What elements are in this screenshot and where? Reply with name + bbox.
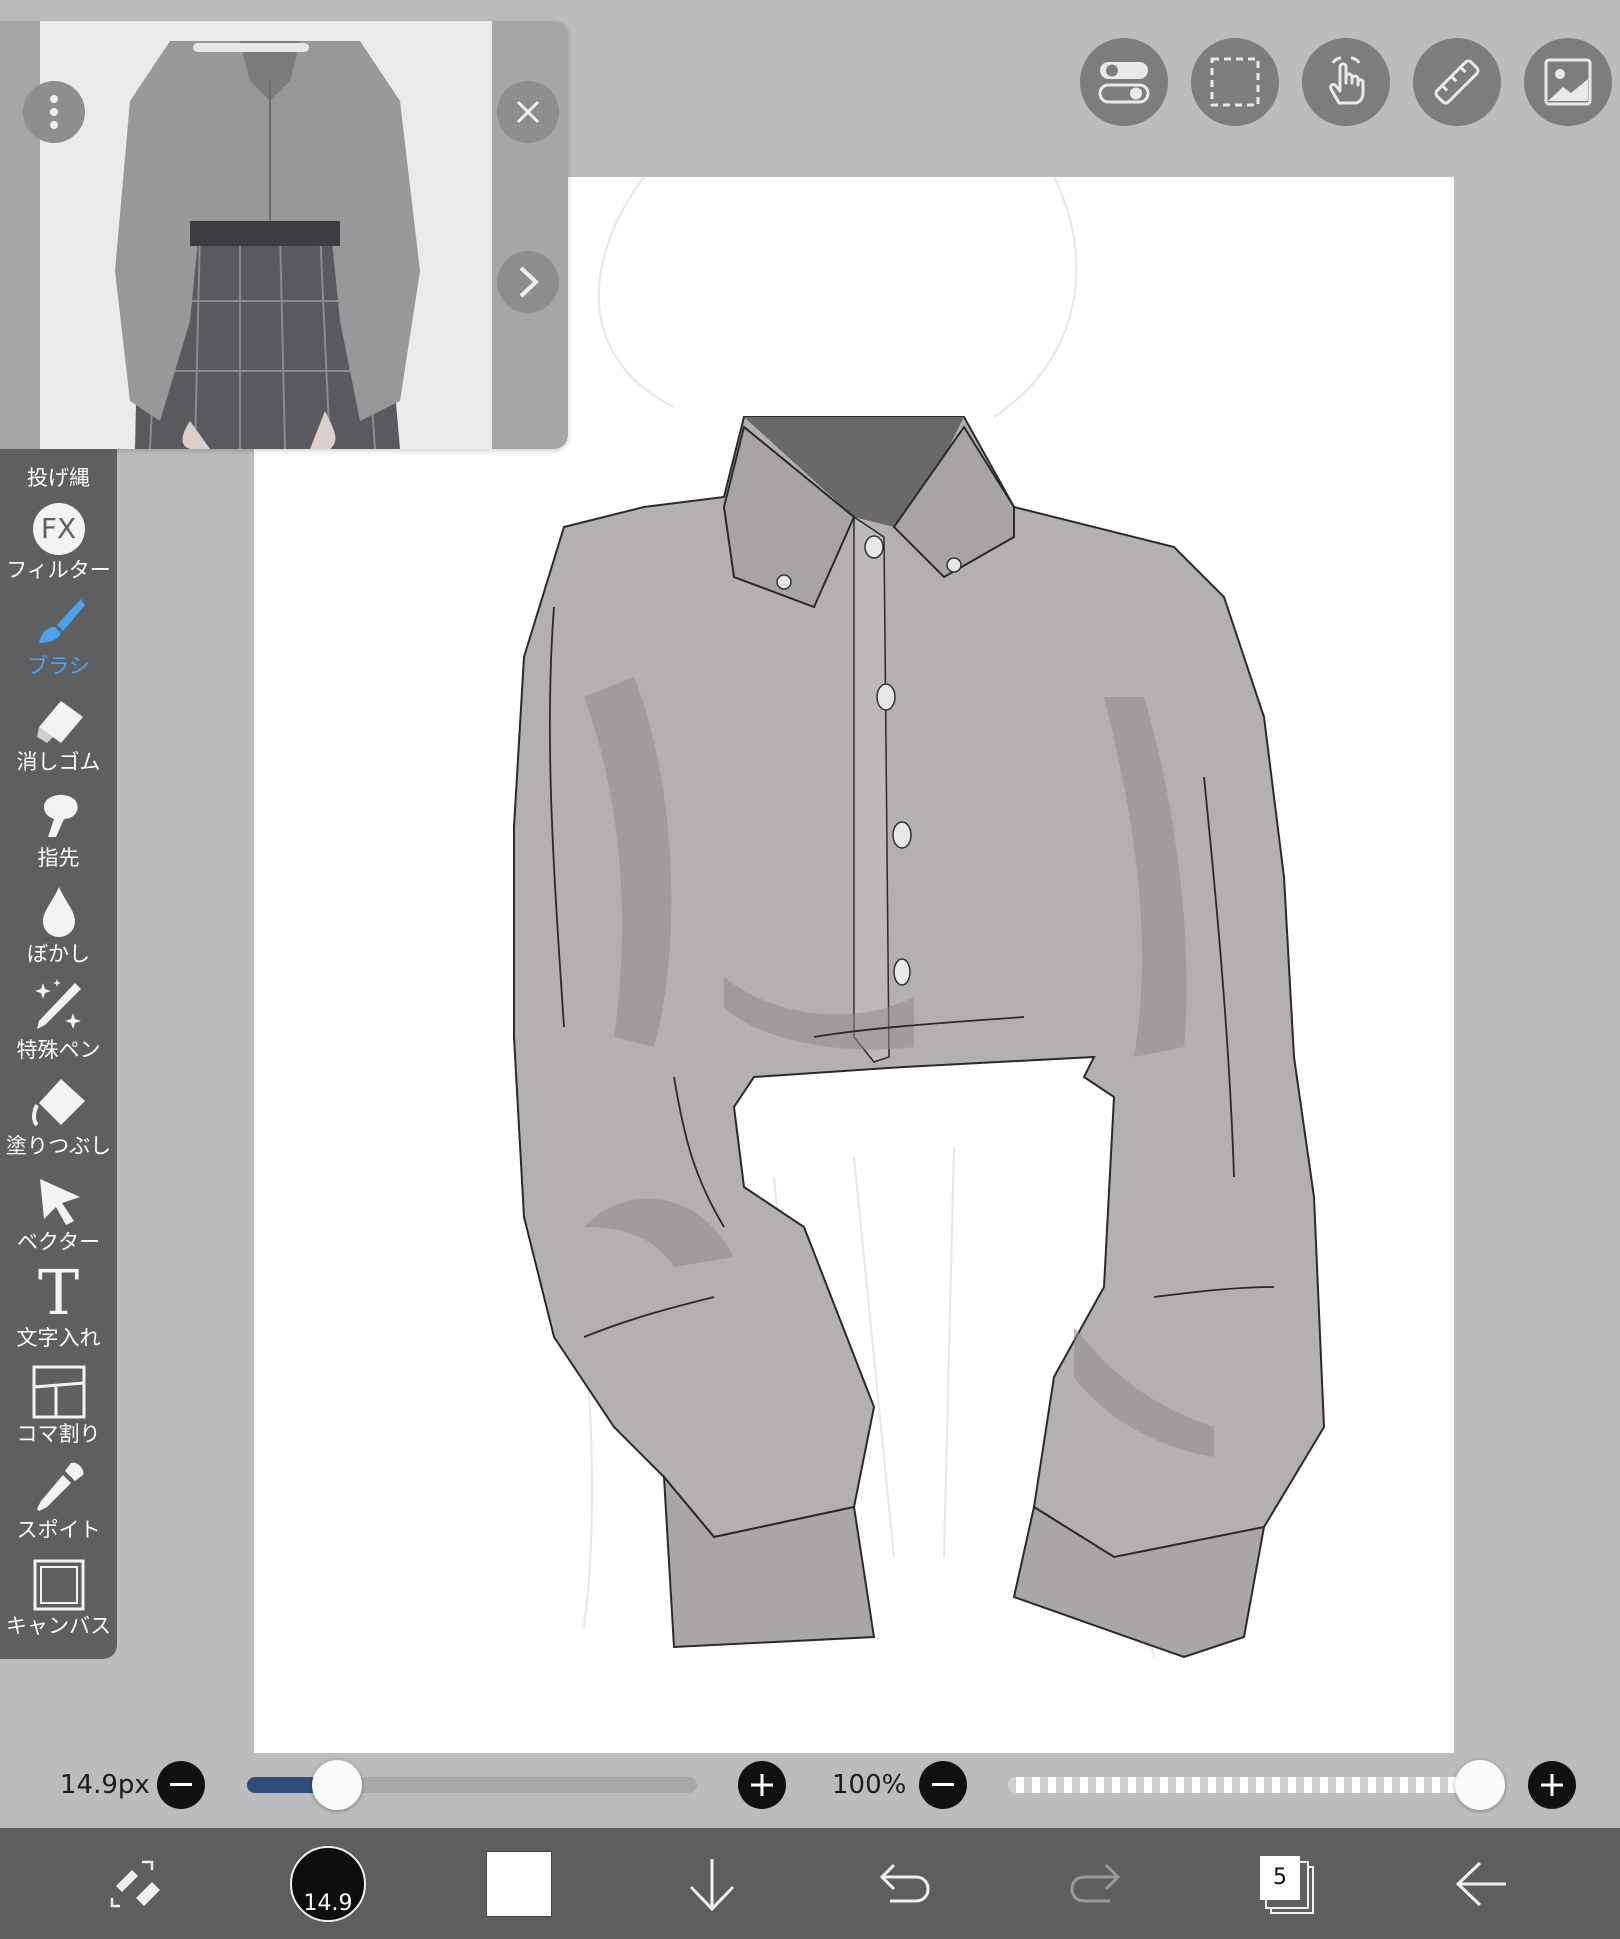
layers-button[interactable]: 5 (1258, 1828, 1318, 1939)
tool-label: 投げ縄 (27, 466, 90, 490)
image-button[interactable] (1524, 38, 1612, 126)
touch-gesture-icon (1329, 56, 1365, 105)
opacity-decrease-button[interactable] (919, 1761, 967, 1809)
blur-drop-icon (42, 887, 75, 937)
reference-window[interactable] (0, 21, 568, 449)
top-toolbar (1080, 38, 1612, 126)
tool-label: ベクター (16, 1230, 101, 1254)
tool-eraser[interactable]: 消しゴム (0, 691, 117, 775)
panel-frame-icon (32, 1365, 85, 1419)
chevron-right-icon (519, 266, 539, 298)
ruler-icon (1434, 59, 1480, 105)
text-icon: T (37, 1256, 80, 1329)
plus-icon (751, 1774, 773, 1796)
redo-button[interactable] (1066, 1828, 1126, 1939)
tool-label: コマ割り (16, 1422, 101, 1446)
tool-label: 消しゴム (16, 750, 101, 774)
brush-size-circle: 14.9 (290, 1845, 366, 1922)
more-vertical-icon (50, 95, 58, 129)
fx-icon-text: FX (40, 512, 77, 545)
opacity-thumb[interactable] (1455, 1760, 1505, 1810)
left-toolbar: 投げ縄 FX フィルター ブラシ 消しゴム 指先 ぼかし 特殊ペン 塗りつぶし … (0, 449, 117, 1659)
selection-button[interactable] (1191, 38, 1279, 126)
opacity-increase-button[interactable] (1528, 1761, 1576, 1809)
eraser-icon (36, 701, 83, 743)
tool-label: 特殊ペン (16, 1038, 101, 1062)
reference-close-button[interactable] (497, 81, 559, 143)
arrow-down-icon (689, 1858, 735, 1911)
ruler-button[interactable] (1413, 38, 1501, 126)
tool-text[interactable]: T 文字入れ (0, 1262, 117, 1351)
finger-smudge-icon (43, 794, 78, 837)
plus-icon (1541, 1774, 1563, 1796)
tool-vector[interactable]: ベクター (0, 1171, 117, 1255)
bottom-toolbar: 14.9 5 (0, 1828, 1620, 1939)
color-swatch (486, 1850, 552, 1917)
tool-label: 指先 (37, 846, 80, 870)
canvas-icon (33, 1559, 84, 1611)
opacity-label: 100% (832, 1770, 907, 1800)
reference-menu-button[interactable] (23, 81, 85, 143)
selection-icon (1210, 57, 1260, 107)
tool-filter[interactable]: FX フィルター (0, 499, 117, 583)
brush-size-value: 14.9 (303, 1890, 353, 1916)
size-decrease-button[interactable] (157, 1761, 205, 1809)
brush-icon (38, 599, 85, 643)
swap-eraser-icon (110, 1860, 160, 1907)
tool-lasso[interactable]: 投げ縄 (0, 449, 117, 491)
fill-bucket-icon (31, 1079, 85, 1127)
special-pen-icon (34, 979, 81, 1029)
brush-size-label: 14.9px (60, 1770, 150, 1800)
brush-size-thumb[interactable] (312, 1760, 362, 1810)
vector-arrow-icon (39, 1179, 80, 1225)
reference-next-button[interactable] (497, 251, 559, 313)
tool-label: ブラシ (27, 654, 90, 678)
tool-brush[interactable]: ブラシ (0, 595, 117, 679)
close-icon (516, 100, 540, 124)
undo-button[interactable] (874, 1828, 934, 1939)
touch-gesture-button[interactable] (1302, 38, 1390, 126)
tool-label: キャンバス (6, 1614, 111, 1638)
brush-size-indicator[interactable]: 14.9 (290, 1828, 366, 1939)
redo-icon (1070, 1863, 1121, 1902)
tool-fill[interactable]: 塗りつぶし (0, 1075, 117, 1159)
fx-filter-icon: FX (32, 503, 85, 555)
color-swatch-button[interactable] (486, 1828, 552, 1939)
toggle-switch-button[interactable] (1080, 38, 1168, 126)
reference-drag-handle[interactable] (193, 43, 309, 52)
minus-icon (170, 1783, 192, 1786)
size-increase-button[interactable] (738, 1761, 786, 1809)
minus-icon (932, 1783, 954, 1786)
swap-brush-eraser-button[interactable] (98, 1828, 174, 1939)
tool-frame-divider[interactable]: コマ割り (0, 1363, 117, 1447)
undo-icon (879, 1863, 930, 1902)
tool-label: ぼかし (27, 942, 90, 966)
toggle-switch-icon (1098, 62, 1150, 104)
tool-smudge[interactable]: 指先 (0, 787, 117, 871)
layers-icon: 5 (1260, 1855, 1316, 1914)
arrow-left-icon (1455, 1861, 1506, 1906)
tool-special-pen[interactable]: 特殊ペン (0, 979, 117, 1063)
reference-photo (40, 21, 492, 449)
eyedropper-icon (36, 1462, 83, 1511)
layers-count: 5 (1273, 1864, 1287, 1890)
tool-label: 塗りつぶし (5, 1134, 112, 1158)
image-icon (1544, 58, 1592, 106)
tool-blur[interactable]: ぼかし (0, 883, 117, 967)
tool-eyedropper[interactable]: スポイト (0, 1459, 117, 1543)
tool-label: フィルター (6, 558, 111, 582)
brush-slider-row: 14.9px 100% (0, 1760, 1620, 1810)
download-button[interactable] (684, 1828, 740, 1939)
back-button[interactable] (1450, 1828, 1512, 1939)
tool-label: 文字入れ (16, 1326, 101, 1350)
tool-canvas[interactable]: キャンバス (0, 1555, 117, 1639)
tool-label: スポイト (16, 1518, 101, 1542)
opacity-slider[interactable] (1008, 1777, 1480, 1793)
